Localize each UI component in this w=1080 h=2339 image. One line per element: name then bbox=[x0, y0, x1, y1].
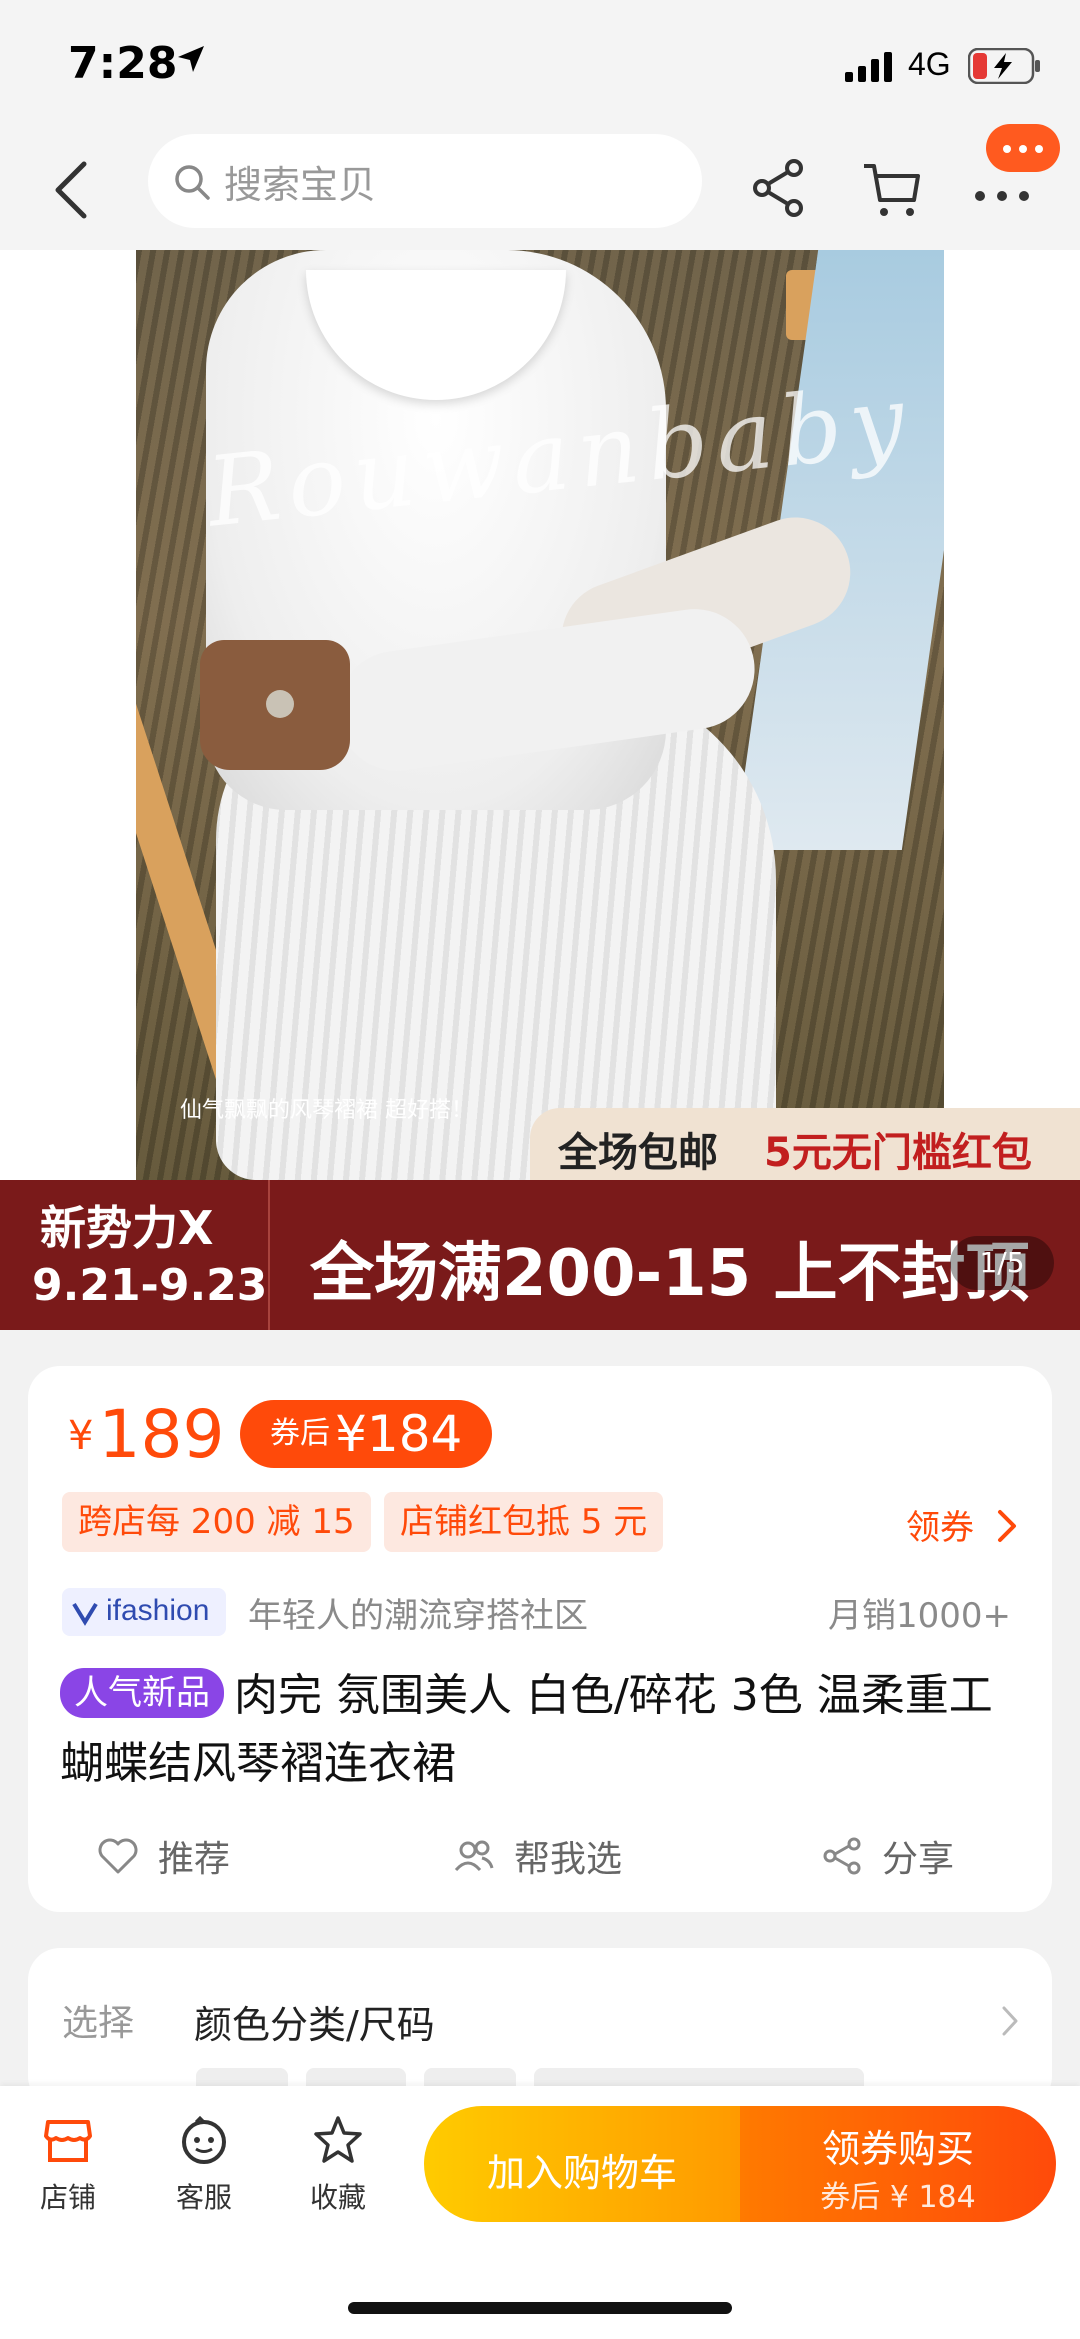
help-choose-button[interactable]: 帮我选 bbox=[452, 1826, 652, 1886]
coupon-price-badge: 券后 ¥184 bbox=[240, 1400, 493, 1468]
store-tab[interactable]: 店铺 bbox=[8, 2114, 128, 2234]
cellular-signal-icon bbox=[845, 52, 892, 82]
currency-symbol: ¥ bbox=[68, 1413, 94, 1459]
help-choose-label: 帮我选 bbox=[514, 1839, 623, 1880]
banner-headline: 全场满200-15 上不封顶 bbox=[310, 1237, 1030, 1311]
battery-charging-icon bbox=[968, 48, 1040, 84]
ifashion-badge[interactable]: ifashion bbox=[62, 1588, 226, 1636]
price-info-card: ¥ 189 券后 ¥184 跨店每 200 减 15 店铺红包抵 5 元 领券 … bbox=[28, 1366, 1052, 1912]
customer-service-tab[interactable]: 客服 bbox=[144, 2114, 264, 2234]
favorite-tab[interactable]: 收藏 bbox=[278, 2114, 398, 2234]
new-arrival-badge: 人气新品 bbox=[60, 1668, 224, 1718]
coupon-price-label: 券后 bbox=[270, 1416, 330, 1451]
price-value: 189 bbox=[98, 1396, 225, 1473]
customer-service-icon bbox=[182, 2115, 226, 2164]
coupon-price-value: ¥184 bbox=[335, 1405, 463, 1463]
sku-label: 选择 bbox=[62, 2003, 135, 2044]
image-counter: 1/5 bbox=[950, 1236, 1054, 1290]
share-small-icon bbox=[823, 1837, 861, 1875]
shopping-cart-icon[interactable] bbox=[862, 156, 922, 220]
heart-icon bbox=[98, 1838, 138, 1874]
share-label: 分享 bbox=[882, 1839, 955, 1880]
promo-red-packet: 5元无门槛红包 bbox=[764, 1130, 1032, 1176]
home-indicator[interactable] bbox=[348, 2302, 732, 2314]
search-input[interactable]: 搜索宝贝 bbox=[148, 134, 702, 228]
product-photo: Rouwanbaby 仙气飘飘的风琴褶裙 超好搭！ bbox=[136, 250, 944, 1180]
recommend-label: 推荐 bbox=[158, 1839, 231, 1880]
search-placeholder: 搜索宝贝 bbox=[224, 163, 377, 207]
chevron-right-icon[interactable] bbox=[994, 1506, 1020, 1546]
store-icon bbox=[44, 2120, 92, 2162]
add-to-cart-label: 加入购物车 bbox=[486, 2151, 677, 2195]
add-to-cart-button[interactable]: 加入购物车 bbox=[424, 2106, 740, 2222]
promo-free-shipping: 全场包邮 bbox=[558, 1130, 718, 1176]
back-arrow-icon[interactable] bbox=[48, 158, 96, 222]
network-type: 4G bbox=[908, 46, 951, 82]
sku-select-card[interactable]: 选择 颜色分类/尺码 bbox=[28, 1948, 1052, 2108]
community-slogan: 年轻人的潮流穿搭社区 bbox=[248, 1596, 588, 1636]
free-shipping-promo: 全场包邮 5元无门槛红包 bbox=[530, 1108, 1080, 1180]
promo-banner: 新势力X 9.21-9.23 全场满200-15 上不封顶 1/5 bbox=[0, 1180, 1080, 1330]
banner-event-block: 新势力X 9.21-9.23 bbox=[0, 1180, 270, 1330]
star-icon bbox=[314, 2116, 362, 2163]
image-caption: 仙气飘飘的风琴褶裙 超好搭！ bbox=[180, 1098, 473, 1123]
more-dots-icon[interactable] bbox=[970, 168, 1034, 208]
product-actions: 推荐 帮我选 分享 bbox=[28, 1826, 1052, 1886]
ifashion-logo-icon bbox=[72, 1602, 98, 1626]
message-bubble-icon[interactable] bbox=[986, 124, 1060, 172]
search-icon bbox=[175, 165, 210, 200]
buy-with-coupon-button[interactable]: 领券购买 券后 ¥ 184 bbox=[740, 2106, 1056, 2222]
buy-coupon-price: 券后 ¥ 184 bbox=[820, 2180, 976, 2215]
product-title-block: 人气新品 肉完 氛围美人 白色/碎花 3色 温柔重工蝴蝶结风琴褶连衣裙 bbox=[60, 1662, 1020, 1798]
product-image-carousel[interactable]: Rouwanbaby 仙气飘飘的风琴褶裙 超好搭！ 全场包邮 5元无门槛红包 新… bbox=[0, 250, 1080, 1330]
store-tab-label: 店铺 bbox=[39, 2181, 96, 2214]
top-nav-bar: 搜索宝贝 bbox=[0, 124, 1080, 250]
share-button[interactable]: 分享 bbox=[820, 1826, 980, 1886]
status-time: 7:28 bbox=[68, 38, 178, 89]
favorite-label: 收藏 bbox=[309, 2181, 366, 2214]
get-coupon-link[interactable]: 领券 bbox=[906, 1500, 974, 1549]
product-price: ¥ 189 bbox=[68, 1396, 225, 1473]
ifashion-label: ifashion bbox=[106, 1594, 210, 1627]
banner-brand: 新势力X bbox=[40, 1201, 214, 1255]
location-arrow-icon bbox=[178, 46, 204, 72]
share-icon[interactable] bbox=[750, 156, 806, 220]
customer-service-label: 客服 bbox=[175, 2181, 232, 2214]
recommend-button[interactable]: 推荐 bbox=[96, 1826, 256, 1886]
buy-label: 领券购买 bbox=[821, 2127, 974, 2171]
sku-value: 颜色分类/尺码 bbox=[194, 2003, 435, 2047]
status-bar: 7:28 4G bbox=[0, 0, 1080, 130]
users-icon bbox=[454, 1840, 494, 1872]
monthly-sales: 月销1000+ bbox=[828, 1596, 1012, 1636]
store-red-packet-chip[interactable]: 店铺红包抵 5 元 bbox=[384, 1492, 664, 1552]
chevron-right-icon[interactable] bbox=[1000, 2004, 1020, 2038]
cross-store-discount-chip[interactable]: 跨店每 200 减 15 bbox=[62, 1492, 371, 1552]
banner-date: 9.21-9.23 bbox=[32, 1260, 268, 1311]
